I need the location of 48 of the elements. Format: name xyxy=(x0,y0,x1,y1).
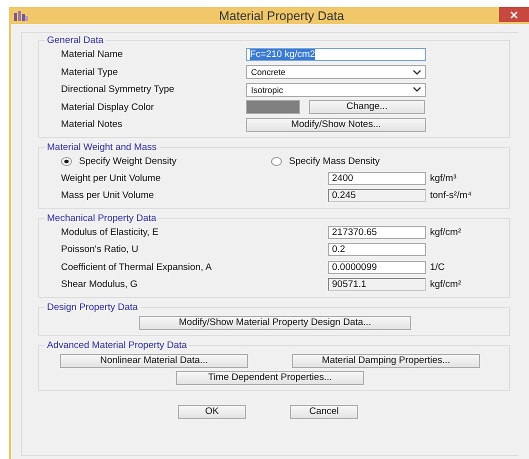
number-field[interactable]: 217370.65 xyxy=(328,226,426,239)
ok-button[interactable]: OK xyxy=(178,404,246,418)
group-title: Advanced Material Property Data xyxy=(46,340,188,350)
number-field[interactable]: 0.0000099 xyxy=(328,260,426,274)
notes-button[interactable]: Modify/Show Notes... xyxy=(246,118,426,132)
radio-button[interactable] xyxy=(61,156,72,166)
caret-icon xyxy=(413,70,421,75)
property-button[interactable]: Time Dependent Properties... xyxy=(176,370,364,384)
field-label: Mass per Unit Volume xyxy=(61,190,155,202)
text-field[interactable]: Fc=210 kg/cm2 xyxy=(246,48,426,62)
unit-label: kgf/cm² xyxy=(430,226,462,238)
field-label: Material Display Color xyxy=(61,102,155,113)
design-data-button[interactable]: Modify/Show Material Property Design Data... xyxy=(139,316,411,330)
field-label: Material Notes xyxy=(61,119,124,130)
dropdown[interactable]: Concrete xyxy=(246,65,426,80)
radio-button[interactable] xyxy=(271,156,282,166)
window-title: Material Property Data xyxy=(219,9,344,23)
group-title: Material Weight and Mass xyxy=(46,142,158,152)
number-field[interactable]: 0.2 xyxy=(328,243,426,256)
field-label: Weight per Unit Volume xyxy=(61,172,162,184)
option-label: Specify Mass Density xyxy=(289,156,380,166)
unit-label: tonf-s²/m⁴ xyxy=(430,190,472,202)
field-label: Directional Symmetry Type xyxy=(61,84,176,96)
field-label: Poisson's Ratio, U xyxy=(61,244,140,256)
property-button[interactable]: Nonlinear Material Data... xyxy=(60,354,248,368)
number-field[interactable]: 2400 xyxy=(328,172,426,185)
app-icon xyxy=(14,10,28,20)
change-button[interactable]: Change... xyxy=(309,100,425,114)
cancel-button[interactable]: Cancel xyxy=(290,404,358,418)
unit-label: kgf/cm² xyxy=(430,279,462,290)
unit-label: 1/C xyxy=(430,262,445,273)
option-label: Specify Weight Density xyxy=(79,156,177,166)
unit-label: kgf/m³ xyxy=(430,172,456,184)
field-label: Material Name xyxy=(61,49,124,60)
field-label: Modulus of Elasticity, E xyxy=(61,226,160,238)
close-icon xyxy=(510,10,518,18)
field-label: Material Type xyxy=(61,66,119,78)
group-title: Mechanical Property Data xyxy=(46,212,158,224)
property-button[interactable]: Material Damping Properties... xyxy=(292,354,480,368)
caret-icon xyxy=(413,87,421,92)
field-label: Shear Modulus, G xyxy=(61,279,139,290)
field-label: Coefficient of Thermal Expansion, A xyxy=(61,262,213,273)
readonly-field: 90571.1 xyxy=(328,278,426,292)
close-button[interactable] xyxy=(499,7,529,22)
readonly-field: 0.245 xyxy=(328,189,426,202)
dropdown[interactable]: Isotropic xyxy=(246,82,426,97)
group-title: Design Property Data xyxy=(46,302,139,312)
group-title: General Data xyxy=(46,35,105,46)
